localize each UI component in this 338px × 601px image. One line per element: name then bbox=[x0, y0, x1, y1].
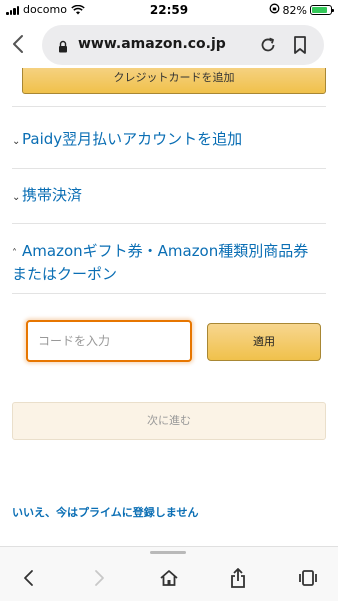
forward-icon[interactable] bbox=[92, 569, 106, 591]
battery-percent: 82% bbox=[282, 3, 307, 17]
gift-card-label: Amazonギフト券・Amazon種類別商品券またはクーポン bbox=[12, 242, 309, 283]
back-icon[interactable] bbox=[22, 569, 36, 591]
rotation-lock-icon bbox=[269, 3, 280, 17]
chevron-down-icon: ⌄ bbox=[12, 192, 21, 203]
url-text: www.amazon.co.jp bbox=[78, 36, 226, 52]
drag-handle[interactable] bbox=[150, 551, 186, 554]
carrier-billing-expander[interactable]: ⌄ 携帯決済 bbox=[12, 185, 322, 208]
apply-button[interactable]: 適用 bbox=[207, 323, 321, 361]
divider bbox=[12, 293, 326, 294]
coupon-code-input[interactable]: コードを入力 bbox=[26, 320, 192, 362]
gift-card-expander[interactable]: ˄ Amazonギフト券・Amazon種類別商品券またはクーポン bbox=[12, 241, 322, 285]
home-icon[interactable] bbox=[159, 569, 179, 591]
url-field[interactable]: www.amazon.co.jp bbox=[42, 25, 324, 65]
status-bar: docomo 22:59 82% bbox=[0, 0, 338, 20]
paidy-expander[interactable]: ⌄ Paidy翌月払いアカウントを追加 bbox=[12, 129, 322, 152]
browser-address-bar: www.amazon.co.jp bbox=[0, 22, 338, 68]
browser-toolbar bbox=[0, 546, 338, 601]
carrier-billing-label: 携帯決済 bbox=[22, 186, 83, 204]
checkout-payment-section: クレジットカードを追加 ⌄ Paidy翌月払いアカウントを追加 ⌄ 携帯決済 ˄ Am… bbox=[0, 68, 338, 546]
share-icon[interactable] bbox=[229, 567, 247, 593]
chevron-up-icon: ˄ bbox=[12, 248, 17, 259]
add-credit-card-button[interactable]: クレジットカードを追加 bbox=[22, 68, 326, 94]
decline-prime-link[interactable]: いいえ、今はプライムに登録しません bbox=[12, 504, 198, 520]
divider bbox=[12, 223, 326, 224]
reload-icon[interactable] bbox=[258, 35, 278, 59]
bookmark-icon[interactable] bbox=[292, 35, 308, 59]
lock-icon bbox=[58, 38, 68, 57]
divider bbox=[12, 168, 326, 169]
next-button[interactable]: 次に進む bbox=[12, 402, 326, 440]
tabs-icon[interactable] bbox=[298, 569, 318, 591]
battery-icon bbox=[310, 5, 334, 15]
paidy-label: Paidy翌月払いアカウントを追加 bbox=[22, 130, 243, 148]
divider bbox=[12, 106, 326, 107]
chevron-left-icon[interactable] bbox=[12, 34, 24, 58]
chevron-down-icon: ⌄ bbox=[12, 136, 21, 147]
